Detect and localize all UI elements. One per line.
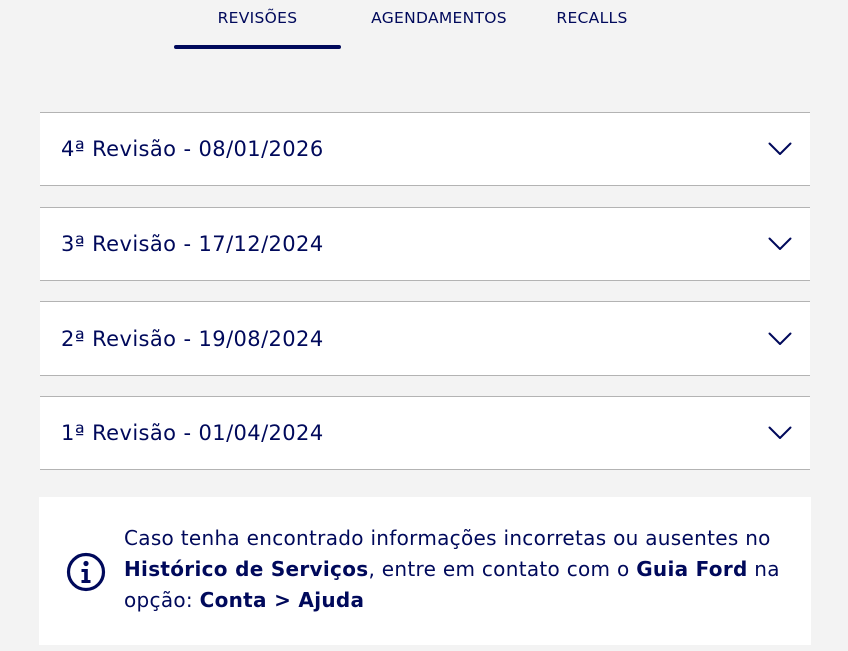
revision-item-3[interactable]: 3ª Revisão - 17/12/2024	[40, 207, 810, 281]
revision-item-4[interactable]: 4ª Revisão - 08/01/2026	[40, 112, 810, 186]
tab-recalls[interactable]: RECALLS	[536, 0, 648, 48]
notice-highlight-guia-ford: Guia Ford	[636, 557, 748, 581]
service-history-notice: Caso tenha encontrado informações incorr…	[39, 497, 811, 645]
revision-title: 2ª Revisão - 19/08/2024	[61, 326, 324, 351]
revision-title: 1ª Revisão - 01/04/2024	[61, 421, 324, 445]
active-tab-indicator	[174, 45, 341, 49]
tab-agendamentos[interactable]: AGENDAMENTOS	[354, 0, 524, 48]
notice-highlight-conta-ajuda: Conta > Ajuda	[199, 588, 365, 612]
info-icon	[66, 552, 106, 592]
notice-text: Caso tenha encontrado informações incorr…	[124, 523, 804, 616]
tab-revisoes[interactable]: REVISÕES	[174, 0, 341, 48]
notice-highlight-historico: Histórico de Serviços	[124, 557, 369, 581]
revision-title: 4ª Revisão - 08/01/2026	[61, 137, 324, 161]
chevron-down-icon[interactable]	[768, 237, 792, 251]
chevron-down-icon[interactable]	[768, 142, 792, 156]
revision-title: 3ª Revisão - 17/12/2024	[61, 232, 324, 256]
revision-item-2[interactable]: 2ª Revisão - 19/08/2024	[40, 301, 810, 376]
notice-text-part: , entre em contato com o	[368, 557, 637, 581]
chevron-down-icon[interactable]	[768, 426, 792, 440]
chevron-down-icon[interactable]	[768, 332, 792, 346]
notice-text-part: Caso tenha encontrado informações incorr…	[124, 526, 771, 550]
revision-item-1[interactable]: 1ª Revisão - 01/04/2024	[40, 396, 810, 470]
service-tabs: REVISÕES AGENDAMENTOS RECALLS	[0, 0, 848, 50]
